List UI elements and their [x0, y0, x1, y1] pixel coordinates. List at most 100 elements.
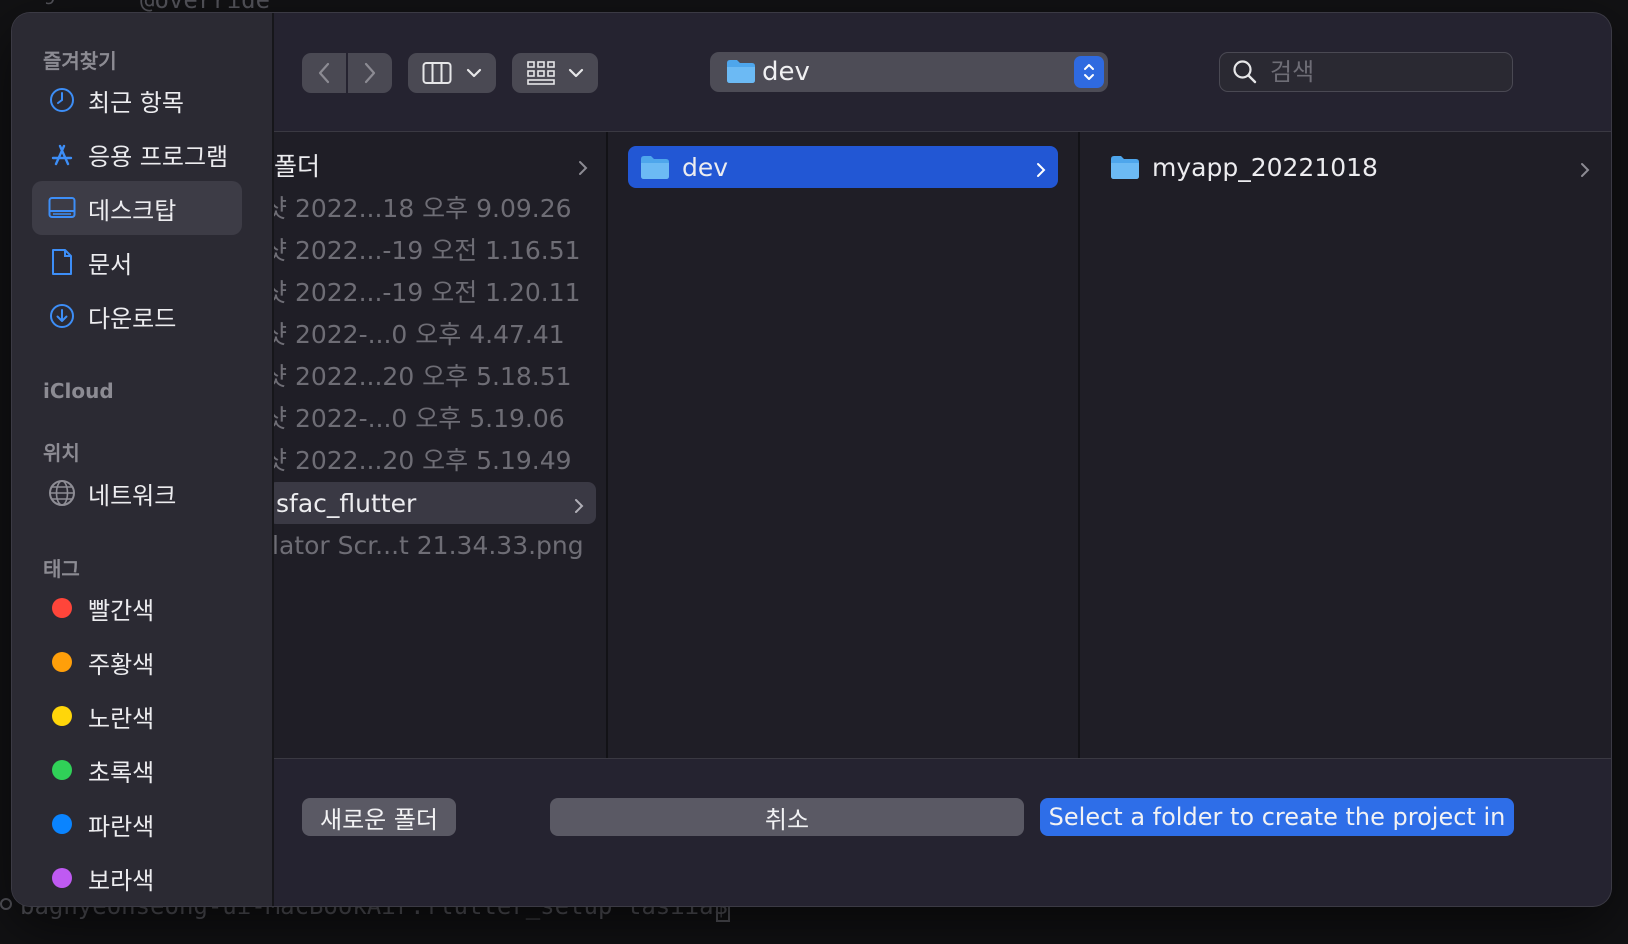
- sidebar-item-label: 네트워크: [88, 481, 177, 510]
- group-button[interactable]: [512, 53, 598, 93]
- item-name: 폴더: [274, 152, 321, 181]
- list-item[interactable]: 샷 2022...20 오후 5.19.49: [274, 438, 572, 480]
- section-locations: 위치: [43, 441, 80, 465]
- tag-dot-icon: [48, 810, 76, 838]
- chevron-right-icon: [364, 62, 376, 84]
- tag-label: 파란색: [88, 812, 155, 841]
- item-name: lator Scr...t 21.34.33.png: [274, 530, 584, 560]
- open-folder-dialog: 즐겨찾기 최근 항목 응용 프로그램 데스크탑 문서 다운로드 iCloud 위…: [12, 13, 1611, 906]
- chevron-down-icon: [568, 68, 584, 78]
- list-item[interactable]: 샷 2022...-19 오전 1.20.11: [274, 270, 581, 312]
- tag-label: 빨간색: [88, 596, 155, 625]
- item-name: 샷 2022...20 오후 5.18.51: [274, 362, 572, 391]
- tag-purple[interactable]: 보라색: [32, 851, 242, 905]
- clock-icon: [48, 86, 76, 114]
- sidebar: 즐겨찾기 최근 항목 응용 프로그램 데스크탑 문서 다운로드 iCloud 위…: [12, 13, 274, 906]
- folder-icon: [726, 58, 756, 88]
- sidebar-item-documents[interactable]: 문서: [32, 235, 242, 289]
- sidebar-item-network[interactable]: 네트워크: [32, 466, 242, 520]
- up-down-chevron-icon: [1084, 64, 1094, 80]
- chevron-right-icon: [574, 491, 584, 520]
- item-name: 샷 2022...-19 오전 1.20.11: [274, 278, 581, 307]
- terminal-indicator: [0, 898, 12, 910]
- tag-green[interactable]: 초록색: [32, 743, 242, 797]
- tag-dot-icon: [48, 648, 76, 676]
- tag-label: 노란색: [88, 704, 155, 733]
- item-name: myapp_20221018: [1152, 152, 1378, 182]
- chevron-right-icon: [578, 153, 588, 182]
- list-item[interactable]: lator Scr...t 21.34.33.png: [274, 524, 584, 566]
- column-2: dev: [608, 132, 1080, 758]
- columns-view-icon: [422, 62, 452, 84]
- sidebar-item-applications[interactable]: 응용 프로그램: [32, 127, 242, 181]
- section-favorites: 즐겨찾기: [43, 49, 117, 73]
- item-name: dev: [682, 152, 729, 182]
- line-number: 9: [44, 0, 55, 9]
- sidebar-item-desktop[interactable]: 데스크탑: [32, 181, 242, 235]
- item-name: 샷 2022-...0 오후 5.19.06: [274, 404, 565, 433]
- list-item[interactable]: 샷 2022...18 오후 9.09.26: [274, 186, 572, 228]
- tag-yellow[interactable]: 노란색: [32, 689, 242, 743]
- tag-label: 보라색: [88, 866, 155, 895]
- item-name: 샷 2022...-19 오전 1.16.51: [274, 236, 581, 265]
- grid-icon: [527, 61, 555, 85]
- confirm-button[interactable]: Select a folder to create the project in: [1040, 798, 1514, 836]
- tag-dot-icon: [48, 594, 76, 622]
- tag-dot-icon: [48, 864, 76, 892]
- search-field[interactable]: [1219, 52, 1513, 92]
- tag-red[interactable]: 빨간색: [32, 581, 242, 635]
- tag-label: 주황색: [88, 650, 155, 679]
- tag-dot-icon: [48, 702, 76, 730]
- chevron-right-icon: [1036, 155, 1046, 184]
- list-item[interactable]: 폴더: [274, 144, 600, 186]
- chevron-right-icon: [1580, 155, 1590, 184]
- item-name: 샷 2022-...0 오후 4.47.41: [274, 320, 565, 349]
- new-folder-button[interactable]: 새로운 폴더: [302, 798, 456, 836]
- item-name: 샷 2022...18 오후 9.09.26: [274, 194, 572, 223]
- list-item[interactable]: 샷 2022-...0 오후 4.47.41: [274, 312, 565, 354]
- path-label: dev: [762, 57, 810, 87]
- desktop-icon: [48, 194, 76, 222]
- column-browser: 폴더 샷 2022...18 오후 9.09.26 샷 2022...-19 오…: [274, 131, 1611, 759]
- path-popup[interactable]: dev: [710, 52, 1108, 92]
- section-icloud: iCloud: [43, 379, 114, 403]
- list-item[interactable]: 샷 2022...-19 오전 1.16.51: [274, 228, 581, 270]
- tag-dot-icon: [48, 756, 76, 784]
- chevron-left-icon: [318, 62, 330, 84]
- list-item[interactable]: 샷 2022-...0 오후 5.19.06: [274, 396, 565, 438]
- list-item[interactable]: myapp_20221018: [1110, 146, 1590, 188]
- search-input[interactable]: [1268, 57, 1502, 87]
- nav-buttons: [302, 53, 392, 93]
- list-item[interactable]: 샷 2022...20 오후 5.18.51: [274, 354, 572, 396]
- folder-icon: [1110, 154, 1140, 180]
- sidebar-item-label: 문서: [88, 250, 133, 279]
- tag-orange[interactable]: 주황색: [32, 635, 242, 689]
- popup-stepper[interactable]: [1074, 56, 1104, 88]
- column-3: myapp_20221018: [1080, 132, 1611, 758]
- tag-blue[interactable]: 파란색: [32, 797, 242, 851]
- folder-icon: [640, 154, 670, 180]
- back-button[interactable]: [302, 53, 346, 93]
- sidebar-item-downloads[interactable]: 다운로드: [32, 289, 242, 343]
- sidebar-item-label: 최근 항목: [88, 88, 184, 117]
- section-tags: 태그: [43, 557, 80, 581]
- background-code: @override: [140, 0, 271, 14]
- item-name: 샷 2022...20 오후 5.19.49: [274, 446, 572, 475]
- list-item-selected[interactable]: sfac_flutter: [274, 482, 596, 524]
- search-icon: [1232, 59, 1258, 89]
- view-mode-button[interactable]: [408, 53, 496, 93]
- forward-button[interactable]: [348, 53, 392, 93]
- chevron-down-icon: [466, 68, 482, 78]
- item-name: sfac_flutter: [276, 488, 417, 518]
- column-1: 폴더 샷 2022...18 오후 9.09.26 샷 2022...-19 오…: [274, 132, 608, 758]
- download-icon: [48, 302, 76, 330]
- sidebar-item-recents[interactable]: 최근 항목: [32, 73, 242, 127]
- list-item-selected[interactable]: dev: [628, 146, 1058, 188]
- sidebar-item-label: 데스크탑: [88, 196, 177, 225]
- cancel-button[interactable]: 취소: [550, 798, 1024, 836]
- applications-icon: [48, 140, 76, 168]
- globe-icon: [48, 479, 76, 507]
- sidebar-item-label: 다운로드: [88, 304, 177, 333]
- tag-label: 초록색: [88, 758, 155, 787]
- sidebar-item-label: 응용 프로그램: [88, 142, 229, 171]
